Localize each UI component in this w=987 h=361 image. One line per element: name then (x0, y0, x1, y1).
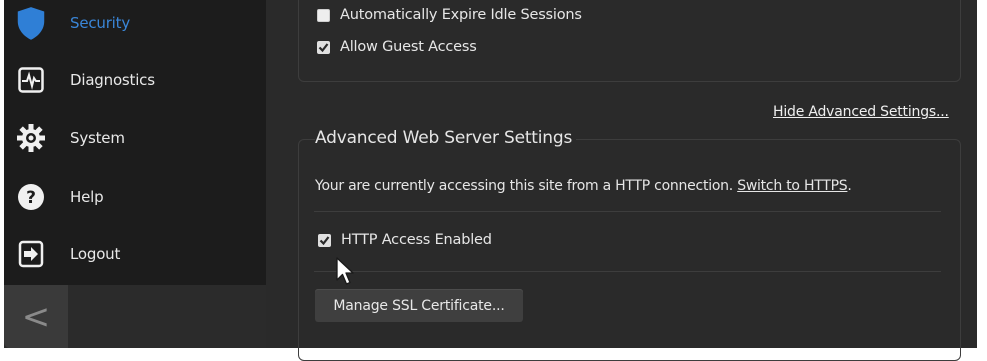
svg-text:?: ? (26, 188, 36, 208)
sidebar-item-label: System (70, 129, 125, 147)
gear-icon (16, 123, 46, 153)
auto-expire-checkbox[interactable] (317, 8, 330, 22)
help-icon: ? (16, 182, 46, 212)
sidebar-item-label: Security (70, 14, 130, 32)
divider (314, 271, 941, 272)
pulse-icon (16, 65, 46, 95)
http-access-row[interactable]: HTTP Access Enabled (318, 232, 492, 248)
checkmark-icon (318, 42, 329, 52)
shield-icon (16, 7, 46, 40)
sidebar-item-security[interactable]: Security (4, 0, 266, 51)
connection-info-suffix: . (847, 178, 852, 194)
http-access-checkbox[interactable] (318, 233, 331, 247)
sidebar-item-label: Help (70, 188, 104, 206)
sidebar-nav: Security Diagnostics System ? Help Logou… (4, 0, 266, 285)
page-edge (977, 0, 987, 348)
auto-expire-label: Automatically Expire Idle Sessions (340, 7, 582, 23)
connection-info-text: Your are currently accessing this site f… (315, 178, 733, 194)
chevron-left-icon: < (21, 296, 51, 337)
sidebar-item-help[interactable]: ? Help (4, 169, 266, 225)
hide-advanced-settings-link[interactable]: Hide Advanced Settings... (773, 104, 949, 120)
advanced-web-server-group (298, 139, 961, 361)
sidebar-item-logout[interactable]: Logout (4, 226, 266, 282)
sidebar-footer: < (4, 285, 266, 348)
sidebar-item-diagnostics[interactable]: Diagnostics (4, 52, 266, 108)
logout-icon (16, 239, 46, 269)
http-access-label: HTTP Access Enabled (341, 232, 492, 248)
guest-access-label: Allow Guest Access (340, 39, 477, 55)
switch-to-https-link[interactable]: Switch to HTTPS (737, 178, 847, 194)
web-server-legend: Advanced Web Server Settings (315, 128, 577, 148)
mouse-cursor-icon (336, 257, 354, 285)
sidebar-item-label: Logout (70, 245, 121, 263)
guest-access-checkbox[interactable] (317, 40, 330, 54)
sidebar-item-system[interactable]: System (4, 110, 266, 166)
checkmark-icon (319, 235, 330, 245)
sidebar-item-label: Diagnostics (70, 71, 155, 89)
collapse-sidebar-button[interactable]: < (4, 285, 68, 348)
auto-expire-row[interactable]: Automatically Expire Idle Sessions (317, 7, 582, 23)
divider (314, 211, 941, 212)
manage-ssl-certificate-button[interactable]: Manage SSL Certificate... (315, 289, 523, 322)
guest-access-row[interactable]: Allow Guest Access (317, 39, 477, 55)
connection-info: Your are currently accessing this site f… (315, 178, 852, 194)
